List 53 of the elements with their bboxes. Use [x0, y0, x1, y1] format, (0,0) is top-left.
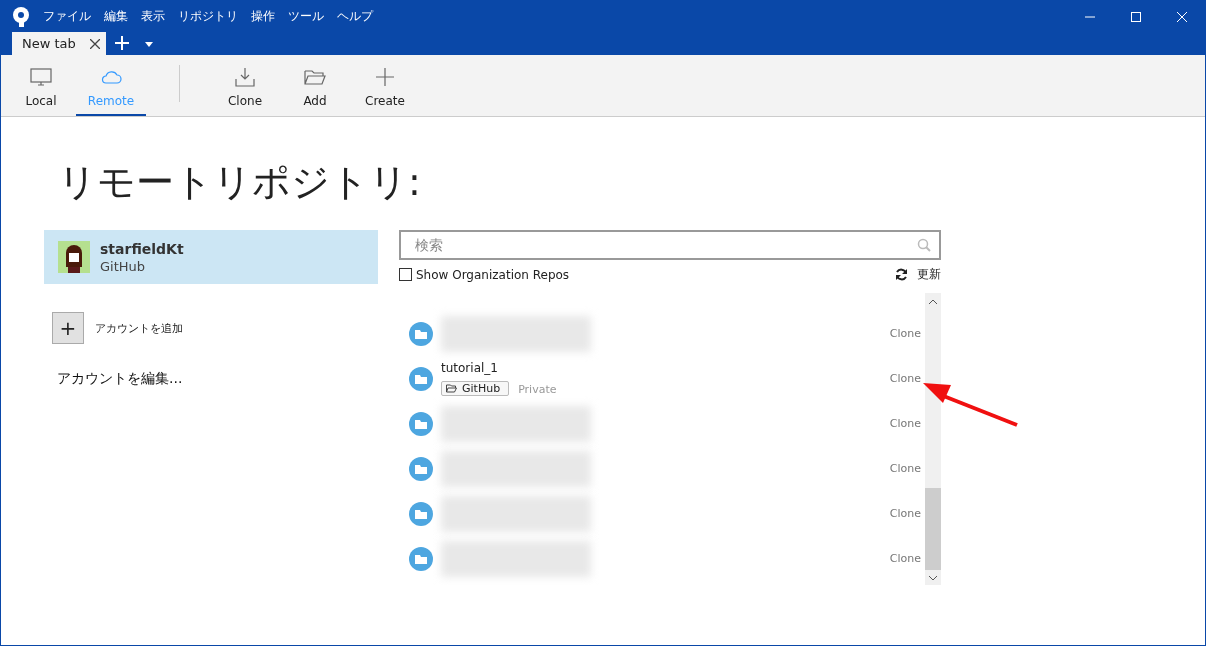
visibility-label: Private — [518, 382, 557, 396]
checkbox-label: Show Organization Repos — [416, 267, 570, 282]
app-logo-icon — [11, 5, 31, 28]
checkbox[interactable] — [399, 268, 412, 281]
scrollbar[interactable] — [925, 293, 941, 585]
folder-icon — [409, 411, 433, 436]
folder-icon — [446, 383, 457, 393]
caret-icon[interactable] — [144, 42, 153, 47]
menu-item[interactable]: 編集 — [104, 8, 128, 25]
toolbar-button[interactable]: Local — [6, 55, 76, 116]
menu-item[interactable]: ツール — [288, 8, 324, 25]
menu-item[interactable]: リポジトリ — [178, 8, 238, 25]
clone-link[interactable]: Clone — [889, 327, 921, 340]
clone-link[interactable]: Clone — [889, 552, 921, 565]
clone-link[interactable]: Clone — [889, 417, 921, 430]
menu-item[interactable]: 表示 — [141, 8, 165, 25]
tab[interactable]: New tab — [12, 32, 106, 55]
search-icon — [917, 238, 931, 252]
account-name: starfieldKt — [100, 240, 184, 257]
account-item[interactable]: starfieldKt GitHub — [44, 230, 378, 284]
folder-icon — [409, 501, 433, 526]
toolbar-button[interactable]: Create — [350, 55, 420, 116]
folder-icon — [409, 456, 433, 481]
menu-item[interactable]: 操作 — [251, 8, 275, 25]
add-account-label: アカウントを追加 — [95, 320, 183, 336]
add-account-button[interactable]: + — [52, 312, 84, 344]
menu-item[interactable]: ファイル — [43, 8, 91, 25]
search-box[interactable]: 検索 — [399, 230, 941, 260]
folder-icon — [409, 366, 433, 391]
scroll-up-icon[interactable] — [929, 299, 937, 304]
toolbar-button[interactable]: Clone — [210, 55, 280, 116]
download-icon — [234, 66, 256, 88]
plus-icon — [374, 66, 396, 88]
refresh-link[interactable]: 更新 — [917, 266, 941, 283]
edit-accounts-link[interactable]: アカウントを編集... — [57, 370, 378, 388]
menu-item[interactable]: ヘルプ — [337, 8, 373, 25]
close-icon[interactable] — [89, 38, 100, 49]
refresh-icon[interactable] — [895, 268, 908, 281]
page-heading: リモートリポジトリ: — [58, 159, 422, 206]
folder-icon — [409, 546, 433, 571]
clone-link[interactable]: Clone — [889, 372, 921, 385]
toolbar-button[interactable]: Add — [280, 55, 350, 116]
monitor-icon — [30, 66, 52, 88]
plus-icon[interactable] — [114, 36, 129, 50]
clone-link[interactable]: Clone — [889, 462, 921, 475]
account-service: GitHub — [100, 258, 147, 274]
scrollbar-thumb[interactable] — [925, 488, 941, 570]
clone-link[interactable]: Clone — [889, 507, 921, 520]
source-badge: GitHub — [441, 380, 510, 396]
avatar-icon — [58, 241, 90, 273]
repo-name: tutorial_1 — [441, 360, 499, 375]
folder-icon — [409, 321, 433, 346]
scroll-down-icon[interactable] — [929, 576, 937, 581]
